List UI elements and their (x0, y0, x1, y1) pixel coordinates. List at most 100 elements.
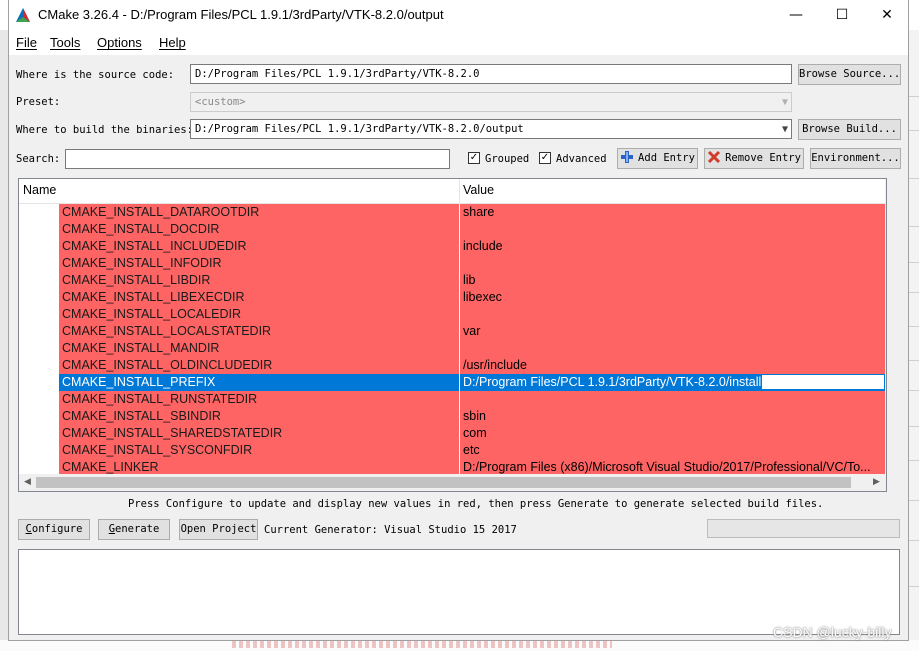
column-separator[interactable] (459, 179, 460, 203)
cache-entry-value-editor[interactable]: D:/Program Files/PCL 1.9.1/3rdParty/VTK-… (460, 374, 885, 391)
cache-entry-name[interactable]: CMAKE_INSTALL_LIBEXECDIR (59, 289, 459, 306)
grouped-label: Grouped (485, 153, 530, 165)
cache-entry-name[interactable]: CMAKE_INSTALL_INFODIR (59, 255, 459, 272)
scroll-left-icon[interactable]: ◀ (19, 474, 36, 491)
cache-entry-name[interactable]: CMAKE_INSTALL_SBINDIR (59, 408, 459, 425)
cache-entry-name[interactable]: CMAKE_INSTALL_DATAROOTDIR (59, 204, 459, 221)
cache-entry-name[interactable]: CMAKE_INSTALL_INCLUDEDIR (59, 238, 459, 255)
row-indent (19, 425, 59, 442)
preset-value: <custom> (195, 96, 246, 108)
browse-source-button[interactable]: Browse Source... (798, 64, 901, 85)
cache-entry-value[interactable] (460, 221, 885, 238)
row-indent (19, 306, 59, 323)
table-row[interactable]: CMAKE_INSTALL_SYSCONFDIR etc (19, 442, 885, 459)
menu-options[interactable]: Options (97, 35, 142, 50)
advanced-label: Advanced (556, 153, 607, 165)
table-header: Name Value (19, 179, 885, 204)
table-row[interactable]: CMAKE_INSTALL_PREFIX D:/Program Files/PCL… (19, 374, 885, 391)
column-header-value[interactable]: Value (463, 183, 494, 197)
cache-entry-name[interactable]: CMAKE_INSTALL_SHAREDSTATEDIR (59, 425, 459, 442)
close-button[interactable]: ✕ (864, 0, 910, 30)
search-input[interactable] (65, 149, 450, 169)
current-generator-text: Current Generator: Visual Studio 15 2017 (264, 524, 517, 536)
cache-entry-value[interactable]: sbin (460, 408, 885, 425)
cache-entry-name[interactable]: CMAKE_INSTALL_OLDINCLUDEDIR (59, 357, 459, 374)
cache-entry-name[interactable]: CMAKE_INSTALL_SYSCONFDIR (59, 442, 459, 459)
column-header-name[interactable]: Name (23, 183, 56, 197)
table-row[interactable]: CMAKE_INSTALL_LOCALEDIR (19, 306, 885, 323)
cache-entry-value[interactable] (460, 340, 885, 357)
value-edit-input[interactable]: D:/Program Files/PCL 1.9.1/3rdParty/VTK-… (461, 374, 885, 390)
cache-table[interactable]: Name Value CMAKE_INSTALL_DATAROOTDIR shar… (18, 178, 887, 492)
cache-entry-value[interactable]: /usr/include (460, 357, 885, 374)
menu-file[interactable]: File (16, 35, 37, 50)
cache-entry-value[interactable]: include (460, 238, 885, 255)
configure-button[interactable]: Configure (18, 519, 90, 540)
scroll-right-icon[interactable]: ▶ (868, 474, 885, 491)
cache-entry-name[interactable]: CMAKE_INSTALL_DOCDIR (59, 221, 459, 238)
build-combo[interactable]: D:/Program Files/PCL 1.9.1/3rdParty/VTK-… (190, 119, 792, 139)
menu-help[interactable]: Help (159, 35, 186, 50)
table-row[interactable]: CMAKE_INSTALL_INFODIR (19, 255, 885, 272)
cache-entry-name[interactable]: CMAKE_INSTALL_LIBDIR (59, 272, 459, 289)
add-entry-button[interactable]: Add Entry (617, 148, 698, 169)
row-indent (19, 408, 59, 425)
maximize-button[interactable]: ☐ (819, 0, 865, 30)
table-row[interactable]: CMAKE_INSTALL_LOCALSTATEDIR var (19, 323, 885, 340)
build-label: Where to build the binaries: (16, 124, 194, 136)
cache-entry-name[interactable]: CMAKE_INSTALL_PREFIX (59, 374, 459, 391)
cache-entry-name[interactable]: CMAKE_INSTALL_LOCALEDIR (59, 306, 459, 323)
add-entry-label: Add Entry (638, 152, 695, 164)
cache-entry-value[interactable]: lib (460, 272, 885, 289)
menu-bar: File Tools Options Help (9, 30, 908, 55)
output-log[interactable] (18, 549, 900, 635)
row-indent (19, 289, 59, 306)
cache-entry-name[interactable]: CMAKE_INSTALL_LOCALSTATEDIR (59, 323, 459, 340)
table-row[interactable]: CMAKE_INSTALL_LIBDIR lib (19, 272, 885, 289)
scroll-up-icon[interactable]: ▲ (885, 179, 886, 196)
cache-entry-value[interactable] (460, 306, 885, 323)
cache-entry-value[interactable] (460, 255, 885, 272)
cache-entry-value[interactable]: com (460, 425, 885, 442)
table-row[interactable]: CMAKE_INSTALL_MANDIR (19, 340, 885, 357)
background-window-right-edge (908, 30, 919, 651)
row-indent (19, 391, 59, 408)
open-project-button[interactable]: Open Project (179, 519, 258, 540)
environment-button[interactable]: Environment... (810, 148, 901, 169)
row-indent (19, 374, 59, 391)
menu-tools[interactable]: Tools (50, 35, 80, 50)
cache-entry-value[interactable]: libexec (460, 289, 885, 306)
table-row[interactable]: CMAKE_INSTALL_DOCDIR (19, 221, 885, 238)
source-input[interactable]: D:/Program Files/PCL 1.9.1/3rdParty/VTK-… (190, 64, 792, 84)
build-value: D:/Program Files/PCL 1.9.1/3rdParty/VTK-… (195, 123, 524, 135)
preset-label: Preset: (16, 96, 61, 108)
cache-entry-value[interactable]: share (460, 204, 885, 221)
table-row[interactable]: CMAKE_INSTALL_SHAREDSTATEDIR com (19, 425, 885, 442)
table-row[interactable]: CMAKE_INSTALL_INCLUDEDIR include (19, 238, 885, 255)
table-row[interactable]: CMAKE_INSTALL_OLDINCLUDEDIR/usr/include (19, 357, 885, 374)
cache-entry-value[interactable]: etc (460, 442, 885, 459)
cache-entry-value[interactable] (460, 391, 885, 408)
row-indent (19, 357, 59, 374)
table-row[interactable]: CMAKE_INSTALL_RUNSTATEDIR (19, 391, 885, 408)
background-window-left-edge (0, 30, 9, 651)
chevron-down-icon: ▼ (781, 97, 788, 108)
cache-entry-value[interactable]: var (460, 323, 885, 340)
cache-entry-name[interactable]: CMAKE_INSTALL_MANDIR (59, 340, 459, 357)
horizontal-scrollbar[interactable]: ◀ ▶ (19, 474, 885, 491)
horizontal-scroll-thumb[interactable] (36, 477, 851, 488)
title-bar[interactable]: CMake 3.26.4 - D:/Program Files/PCL 1.9.… (9, 0, 908, 30)
table-row[interactable]: CMAKE_INSTALL_LIBEXECDIR libexec (19, 289, 885, 306)
remove-entry-button[interactable]: Remove Entry (704, 148, 804, 169)
grouped-checkbox[interactable]: ✓ (468, 152, 480, 164)
minimize-button[interactable]: — (773, 0, 819, 30)
table-row[interactable]: CMAKE_INSTALL_SBINDIR sbin (19, 408, 885, 425)
vertical-scrollbar[interactable]: ▲ ▼ (885, 179, 886, 474)
table-row[interactable]: CMAKE_INSTALL_DATAROOTDIR share (19, 204, 885, 221)
scroll-down-icon[interactable]: ▼ (885, 457, 886, 474)
advanced-checkbox[interactable]: ✓ (539, 152, 551, 164)
browse-build-button[interactable]: Browse Build... (798, 119, 901, 140)
cache-entry-name[interactable]: CMAKE_INSTALL_RUNSTATEDIR (59, 391, 459, 408)
generate-button[interactable]: Generate (98, 519, 170, 540)
search-label: Search: (16, 153, 61, 165)
